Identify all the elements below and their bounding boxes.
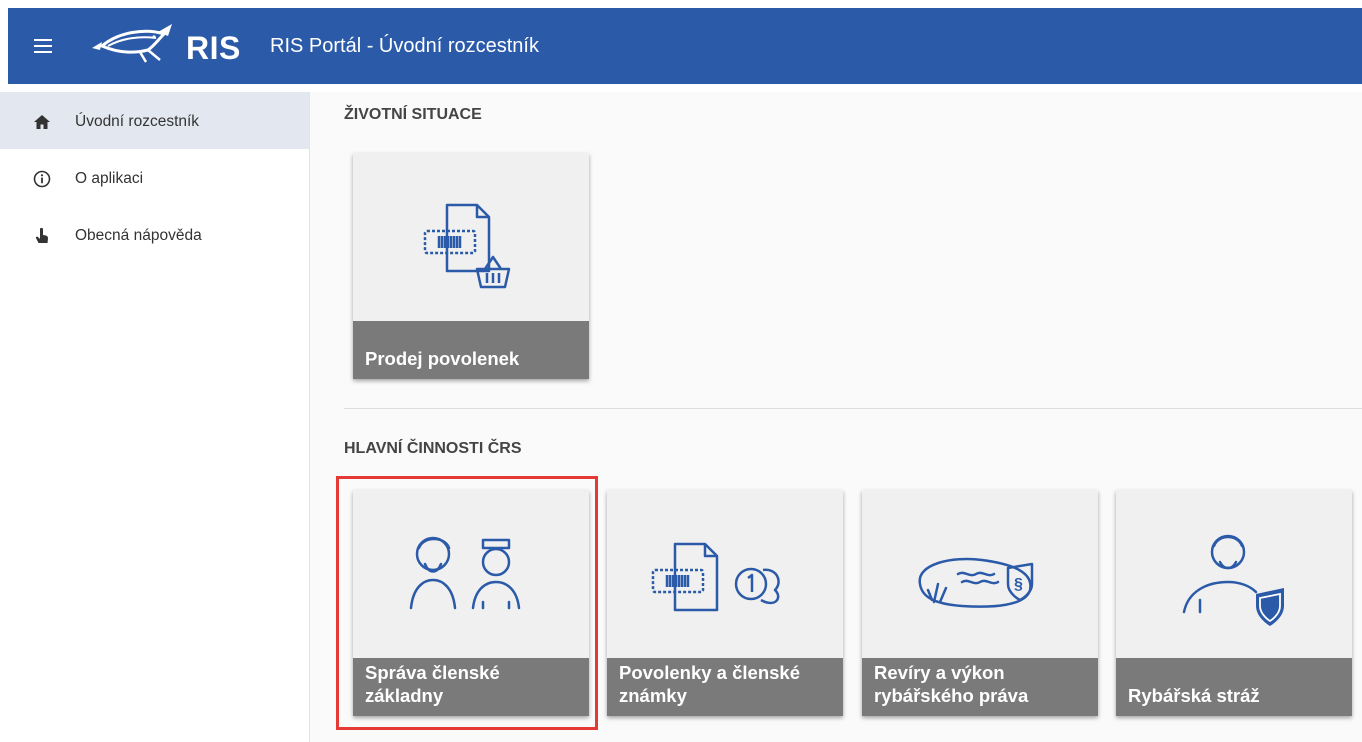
tile-caption: Rybářská stráž: [1116, 658, 1352, 716]
members-icon: [409, 536, 521, 610]
sidebar-item-label: Úvodní rozcestník: [75, 113, 200, 130]
tile-caption: Správa členské základny: [353, 658, 589, 716]
info-icon: [33, 170, 51, 188]
tile-sprava-clenske-zakladny[interactable]: Správa členské základny: [353, 490, 589, 716]
sidebar-item-label: O aplikaci: [75, 170, 144, 187]
sidebar-item-uvodni-rozcestnik[interactable]: Úvodní rozcestník: [0, 92, 309, 149]
main-content: ŽIVOTNÍ SITUACE Prodej povolenek HLAVNÍ …: [310, 92, 1362, 742]
svg-text:§: §: [1014, 576, 1023, 593]
fish-logo-icon: [92, 24, 172, 63]
top-bar-container: RIS RIS Portál - Úvodní rozcestník: [0, 0, 1362, 92]
section-divider: [344, 408, 1362, 409]
tile-povolenky-clenske-znamky[interactable]: Povolenky a členské známky: [607, 490, 843, 716]
tile-reviry-vykon-prava[interactable]: § Revíry a výkon rybářského práva: [862, 490, 1098, 716]
tile-label: Povolenky a členské známky: [619, 662, 800, 706]
tile-rybarska-straz[interactable]: Rybářská stráž: [1116, 490, 1352, 716]
tile-label: Prodej povolenek: [365, 348, 520, 369]
tile-caption: Revíry a výkon rybářského práva: [862, 658, 1098, 716]
sidebar-item-obecna-napoveda[interactable]: Obecná nápověda: [0, 206, 309, 263]
tile-prodej-povolenek[interactable]: Prodej povolenek: [353, 153, 589, 379]
tile-label: Správa členské základny: [365, 662, 500, 706]
tile-label: Rybářská stráž: [1128, 685, 1260, 706]
tile-label: Revíry a výkon rybářského práva: [874, 662, 1029, 706]
logo-text: RIS: [186, 30, 241, 66]
permit-basket-icon: [423, 203, 511, 289]
section-title-hlavni-cinnosti: HLAVNÍ ČINNOSTI ČRS: [344, 440, 522, 457]
page-title: RIS Portál - Úvodní rozcestník: [270, 35, 539, 57]
section-title-zivotni-situace: ŽIVOTNÍ SITUACE: [344, 106, 482, 123]
sidebar-item-o-aplikaci[interactable]: O aplikaci: [0, 149, 309, 206]
app-bar: RIS RIS Portál - Úvodní rozcestník: [8, 8, 1362, 84]
permit-coins-icon: [651, 542, 780, 612]
tile-caption: Prodej povolenek: [353, 321, 589, 379]
guard-shield-icon: [1182, 534, 1284, 626]
sidebar-item-label: Obecná nápověda: [75, 227, 202, 244]
home-icon: [34, 115, 50, 129]
help-hand-icon: [35, 227, 48, 243]
sidebar: Úvodní rozcestník O aplikaci Obecná nápo…: [0, 92, 310, 742]
hamburger-icon[interactable]: [30, 33, 56, 59]
app-logo[interactable]: RIS: [88, 20, 248, 72]
fishing-ground-law-icon: §: [918, 557, 1034, 608]
tile-caption: Povolenky a členské známky: [607, 658, 843, 716]
